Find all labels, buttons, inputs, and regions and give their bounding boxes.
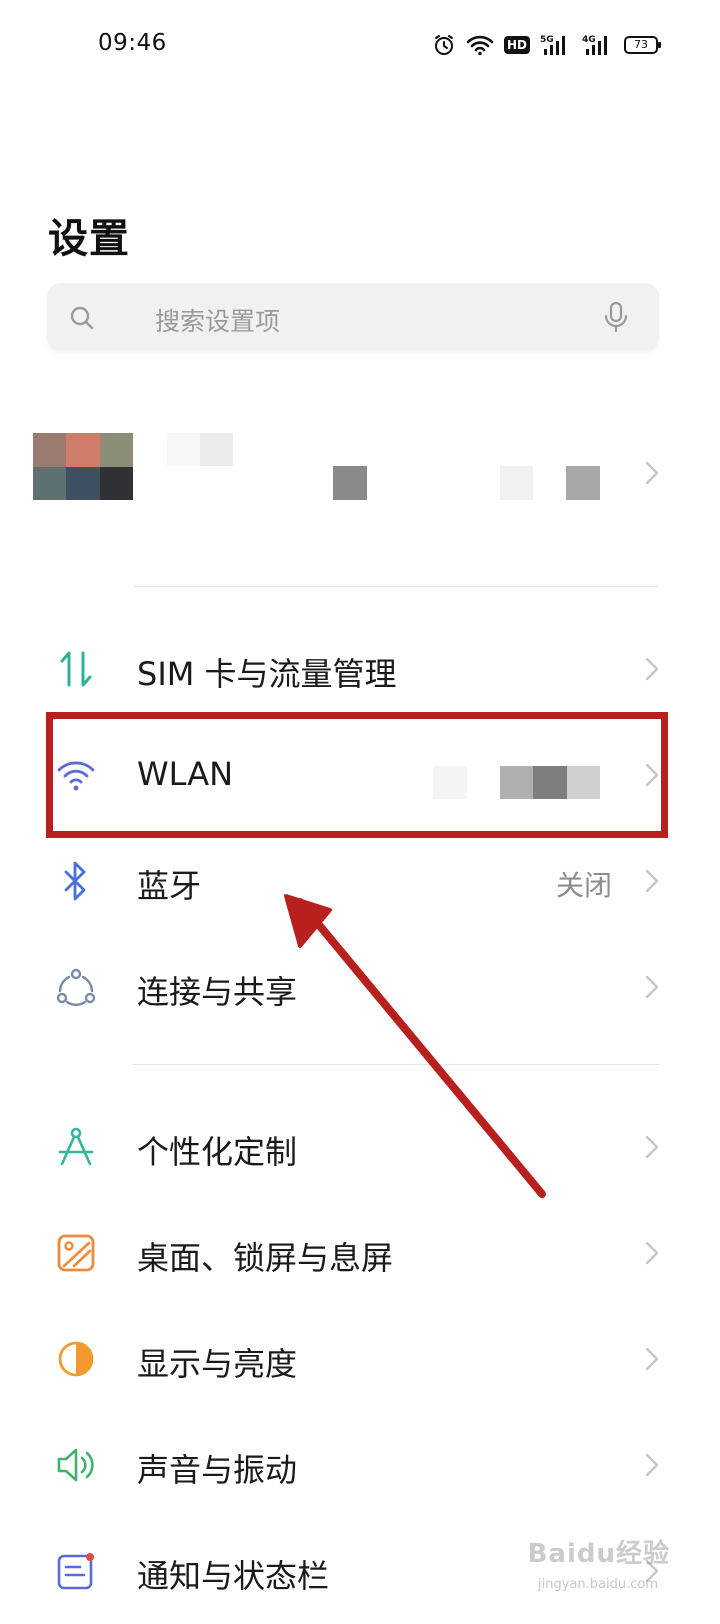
- settings-item-label: 个性化定制: [137, 1133, 298, 1171]
- divider: [133, 586, 659, 587]
- bluetooth-icon: [54, 859, 98, 903]
- hd-icon: HD: [504, 36, 531, 54]
- chevron-right-icon: [645, 975, 659, 999]
- settings-item-label: 显示与亮度: [137, 1345, 298, 1383]
- alarm-icon: [432, 33, 456, 57]
- avatar-pixel: [99, 433, 133, 467]
- chevron-right-icon: [645, 461, 659, 485]
- status-time: 09:46: [98, 30, 167, 56]
- account-row[interactable]: [0, 400, 720, 580]
- signal-5g-icon: 5G: [540, 33, 572, 57]
- chevron-right-icon: [645, 869, 659, 893]
- chevron-right-icon: [645, 1135, 659, 1159]
- avatar-pixel: [33, 433, 67, 467]
- wifi-icon: [466, 34, 494, 56]
- data-transfer-icon: [54, 647, 98, 691]
- status-icons: HD 5G 4G 73: [432, 30, 662, 60]
- brightness-icon: [54, 1337, 98, 1381]
- divider: [133, 1064, 659, 1065]
- page-title: 设置: [48, 216, 130, 262]
- settings-item-sim[interactable]: SIM 卡与流量管理: [0, 616, 720, 722]
- account-detail-blur: [500, 466, 533, 500]
- chevron-right-icon: [645, 1453, 659, 1477]
- avatar-pixel: [66, 433, 100, 467]
- wallpaper-icon: [54, 1231, 98, 1275]
- svg-text:4G: 4G: [582, 35, 596, 45]
- avatar-pixel: [66, 466, 100, 500]
- microphone-icon[interactable]: [603, 301, 629, 337]
- settings-item-connection-sharing[interactable]: 连接与共享: [0, 934, 720, 1040]
- chevron-right-icon: [645, 1347, 659, 1371]
- settings-item-wallpaper[interactable]: 桌面、锁屏与息屏: [0, 1200, 720, 1306]
- status-bar: 09:46 HD 5G 4G 73: [0, 0, 720, 90]
- settings-item-label: 声音与振动: [137, 1451, 298, 1489]
- notification-icon: [54, 1549, 98, 1593]
- avatar: [33, 433, 133, 500]
- watermark-url: jingyan.baidu.com: [538, 1577, 658, 1592]
- avatar-pixel: [99, 466, 133, 500]
- settings-item-label: 桌面、锁屏与息屏: [137, 1239, 394, 1277]
- battery-icon: 73: [624, 36, 662, 54]
- account-name-blur: [200, 433, 233, 466]
- settings-item-sound[interactable]: 声音与振动: [0, 1412, 720, 1518]
- settings-item-label: 通知与状态栏: [137, 1557, 330, 1595]
- signal-4g-icon: 4G: [582, 33, 614, 57]
- watermark-logo: Baidu经验: [527, 1539, 670, 1569]
- svg-text:5G: 5G: [540, 35, 554, 45]
- settings-item-display[interactable]: 显示与亮度: [0, 1306, 720, 1412]
- connection-sharing-icon: [54, 965, 98, 1009]
- avatar-pixel: [33, 466, 67, 500]
- search-icon: [69, 305, 95, 335]
- annotation-highlight-box: [46, 712, 668, 838]
- settings-item-personalization[interactable]: 个性化定制: [0, 1094, 720, 1200]
- search-input[interactable]: 搜索设置项: [47, 283, 659, 351]
- settings-item-label: 连接与共享: [137, 973, 298, 1011]
- settings-item-label: SIM 卡与流量管理: [137, 655, 397, 693]
- settings-item-value: 关闭: [555, 869, 612, 902]
- search-placeholder: 搜索设置项: [155, 307, 281, 336]
- chevron-right-icon: [645, 657, 659, 681]
- chevron-right-icon: [645, 1241, 659, 1265]
- personalization-icon: [54, 1125, 98, 1169]
- sound-icon: [54, 1443, 98, 1487]
- account-detail-blur: [566, 466, 600, 500]
- settings-item-label: 蓝牙: [137, 867, 202, 905]
- account-name-blur: [167, 433, 200, 466]
- account-detail-blur: [333, 466, 367, 500]
- settings-item-bluetooth[interactable]: 蓝牙 关闭: [0, 828, 720, 934]
